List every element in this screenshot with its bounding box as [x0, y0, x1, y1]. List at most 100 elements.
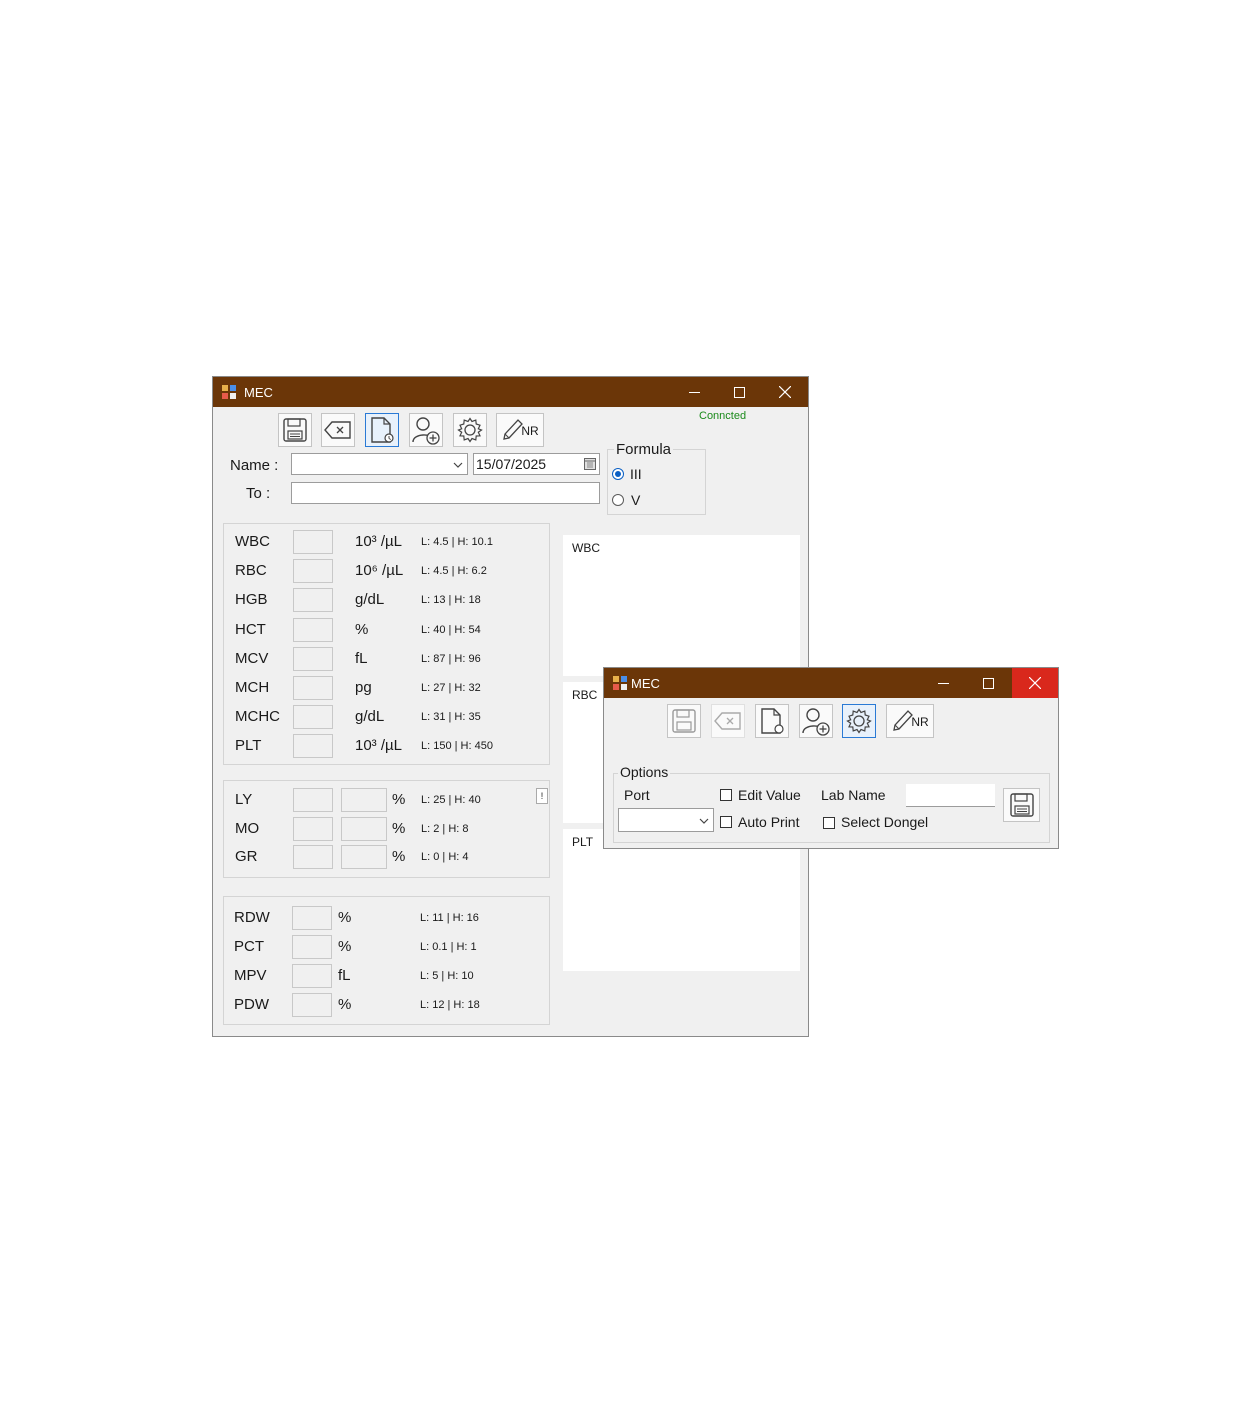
name-combobox[interactable] [291, 453, 468, 475]
normal-range-edit-icon [503, 419, 524, 440]
save-settings-button[interactable] [1003, 788, 1040, 822]
gr-label: GR [235, 848, 258, 865]
port-combobox[interactable] [618, 808, 714, 832]
main-titlebar[interactable]: MEC [213, 377, 808, 407]
ly-abs-value-input[interactable] [341, 788, 387, 812]
rdw-normal-range: L: 11 | H: 16 [420, 912, 479, 924]
gr-value-input[interactable] [293, 845, 333, 869]
chevron-down-icon [453, 462, 463, 468]
mo-value-input[interactable] [293, 816, 333, 841]
lab-name-label: Lab Name [821, 787, 886, 803]
wbc-graph-label: WBC [572, 541, 600, 555]
rbc-normal-range: L: 4.5 | H: 6.2 [421, 565, 487, 578]
hgb-unit: g/dL [355, 591, 385, 609]
nr-text: NR [521, 424, 539, 438]
maximize-button[interactable] [716, 377, 762, 407]
formula-option-v[interactable]: V [631, 492, 640, 508]
hct-value-input[interactable] [293, 617, 333, 642]
pdw-label: PDW [234, 996, 269, 1013]
clear-button[interactable] [711, 704, 745, 738]
mo-abs-value-input[interactable] [341, 816, 387, 841]
mo-unit: % [392, 819, 406, 837]
mpv-normal-range: L: 5 | H: 10 [420, 970, 474, 982]
lab-name-input[interactable] [906, 784, 995, 807]
clear-button[interactable] [321, 413, 355, 447]
ly-normal-range: L: 25 | H: 40 [421, 794, 481, 806]
normal-range-edit-button[interactable]: NR [886, 704, 934, 738]
date-picker[interactable]: 15/07/2025 [473, 453, 600, 475]
report-icon [371, 417, 394, 443]
formula-radio-v[interactable] [612, 494, 624, 506]
plt-value-input[interactable] [293, 734, 333, 759]
port-label: Port [624, 787, 650, 803]
formula-option-iii[interactable]: III [630, 466, 642, 482]
minimize-button[interactable] [671, 377, 717, 407]
ly-unit: % [392, 791, 406, 808]
formula-group [607, 449, 706, 515]
close-icon [1029, 677, 1041, 689]
mcv-value-input[interactable] [293, 646, 333, 671]
mch-value-input[interactable] [293, 676, 333, 700]
edit-value-checkbox[interactable] [720, 789, 732, 801]
maximize-icon [982, 677, 994, 689]
settings-button[interactable] [842, 704, 876, 738]
ly-value-input[interactable] [293, 788, 333, 812]
settings-icon [457, 417, 483, 443]
to-label: To : [246, 485, 271, 502]
nr-text: NR [911, 715, 929, 729]
auto-print-checkbox[interactable] [720, 816, 732, 828]
extra-params-group [223, 896, 550, 1025]
minimize-icon [937, 682, 949, 684]
settings-titlebar[interactable]: MEC [604, 668, 1058, 698]
hgb-value-input[interactable] [293, 588, 333, 613]
add-patient-button[interactable] [409, 413, 443, 447]
gr-unit: % [392, 848, 406, 865]
mch-label: MCH [235, 679, 270, 696]
save-button[interactable] [278, 413, 312, 447]
mcv-normal-range: L: 87 | H: 96 [421, 652, 481, 665]
close-button[interactable] [1012, 668, 1058, 698]
add-patient-button[interactable] [799, 704, 833, 738]
app-icon [222, 385, 236, 399]
gr-normal-range: L: 0 | H: 4 [421, 851, 469, 863]
select-dongle-label[interactable]: Select Dongel [841, 814, 928, 830]
report-button[interactable] [755, 704, 789, 738]
hgb-label: HGB [235, 591, 268, 609]
wbc-value-input[interactable] [293, 530, 333, 554]
normal-range-edit-button[interactable]: NR [496, 413, 544, 447]
rbc-graph-label: RBC [572, 688, 598, 702]
gr-abs-value-input[interactable] [341, 845, 387, 869]
connection-status: Conncted [699, 410, 747, 422]
mchc-value-input[interactable] [293, 705, 333, 730]
close-button[interactable] [762, 377, 808, 407]
mcv-label: MCV [235, 649, 269, 667]
settings-button[interactable] [453, 413, 487, 447]
maximize-button[interactable] [965, 668, 1011, 698]
add-patient-icon [412, 417, 440, 445]
select-dongle-checkbox[interactable] [823, 817, 835, 829]
mpv-value-input[interactable] [292, 964, 332, 988]
to-input[interactable] [291, 482, 600, 504]
clear-icon [324, 421, 351, 439]
pct-value-input[interactable] [292, 935, 332, 959]
rdw-value-input[interactable] [292, 906, 332, 930]
report-button[interactable] [365, 413, 399, 447]
ly-label: LY [235, 791, 253, 808]
save-button[interactable] [667, 704, 701, 738]
wbc-histogram: WBC [563, 535, 800, 676]
pct-unit: % [338, 938, 352, 955]
formula-radio-iii[interactable] [612, 468, 624, 480]
plt-normal-range: L: 150 | H: 450 [421, 740, 493, 753]
diff-toggle-button[interactable]: ! [536, 788, 548, 804]
rbc-value-input[interactable] [293, 559, 333, 584]
auto-print-label[interactable]: Auto Print [738, 814, 799, 830]
edit-value-label[interactable]: Edit Value [738, 787, 801, 803]
hct-label: HCT [235, 620, 266, 638]
minimize-button[interactable] [920, 668, 966, 698]
save-icon [283, 418, 307, 442]
rbc-label: RBC [235, 562, 267, 580]
maximize-icon [733, 386, 745, 398]
pct-label: PCT [234, 938, 264, 955]
plt-histogram: PLT [563, 829, 800, 971]
pdw-value-input[interactable] [292, 993, 332, 1017]
